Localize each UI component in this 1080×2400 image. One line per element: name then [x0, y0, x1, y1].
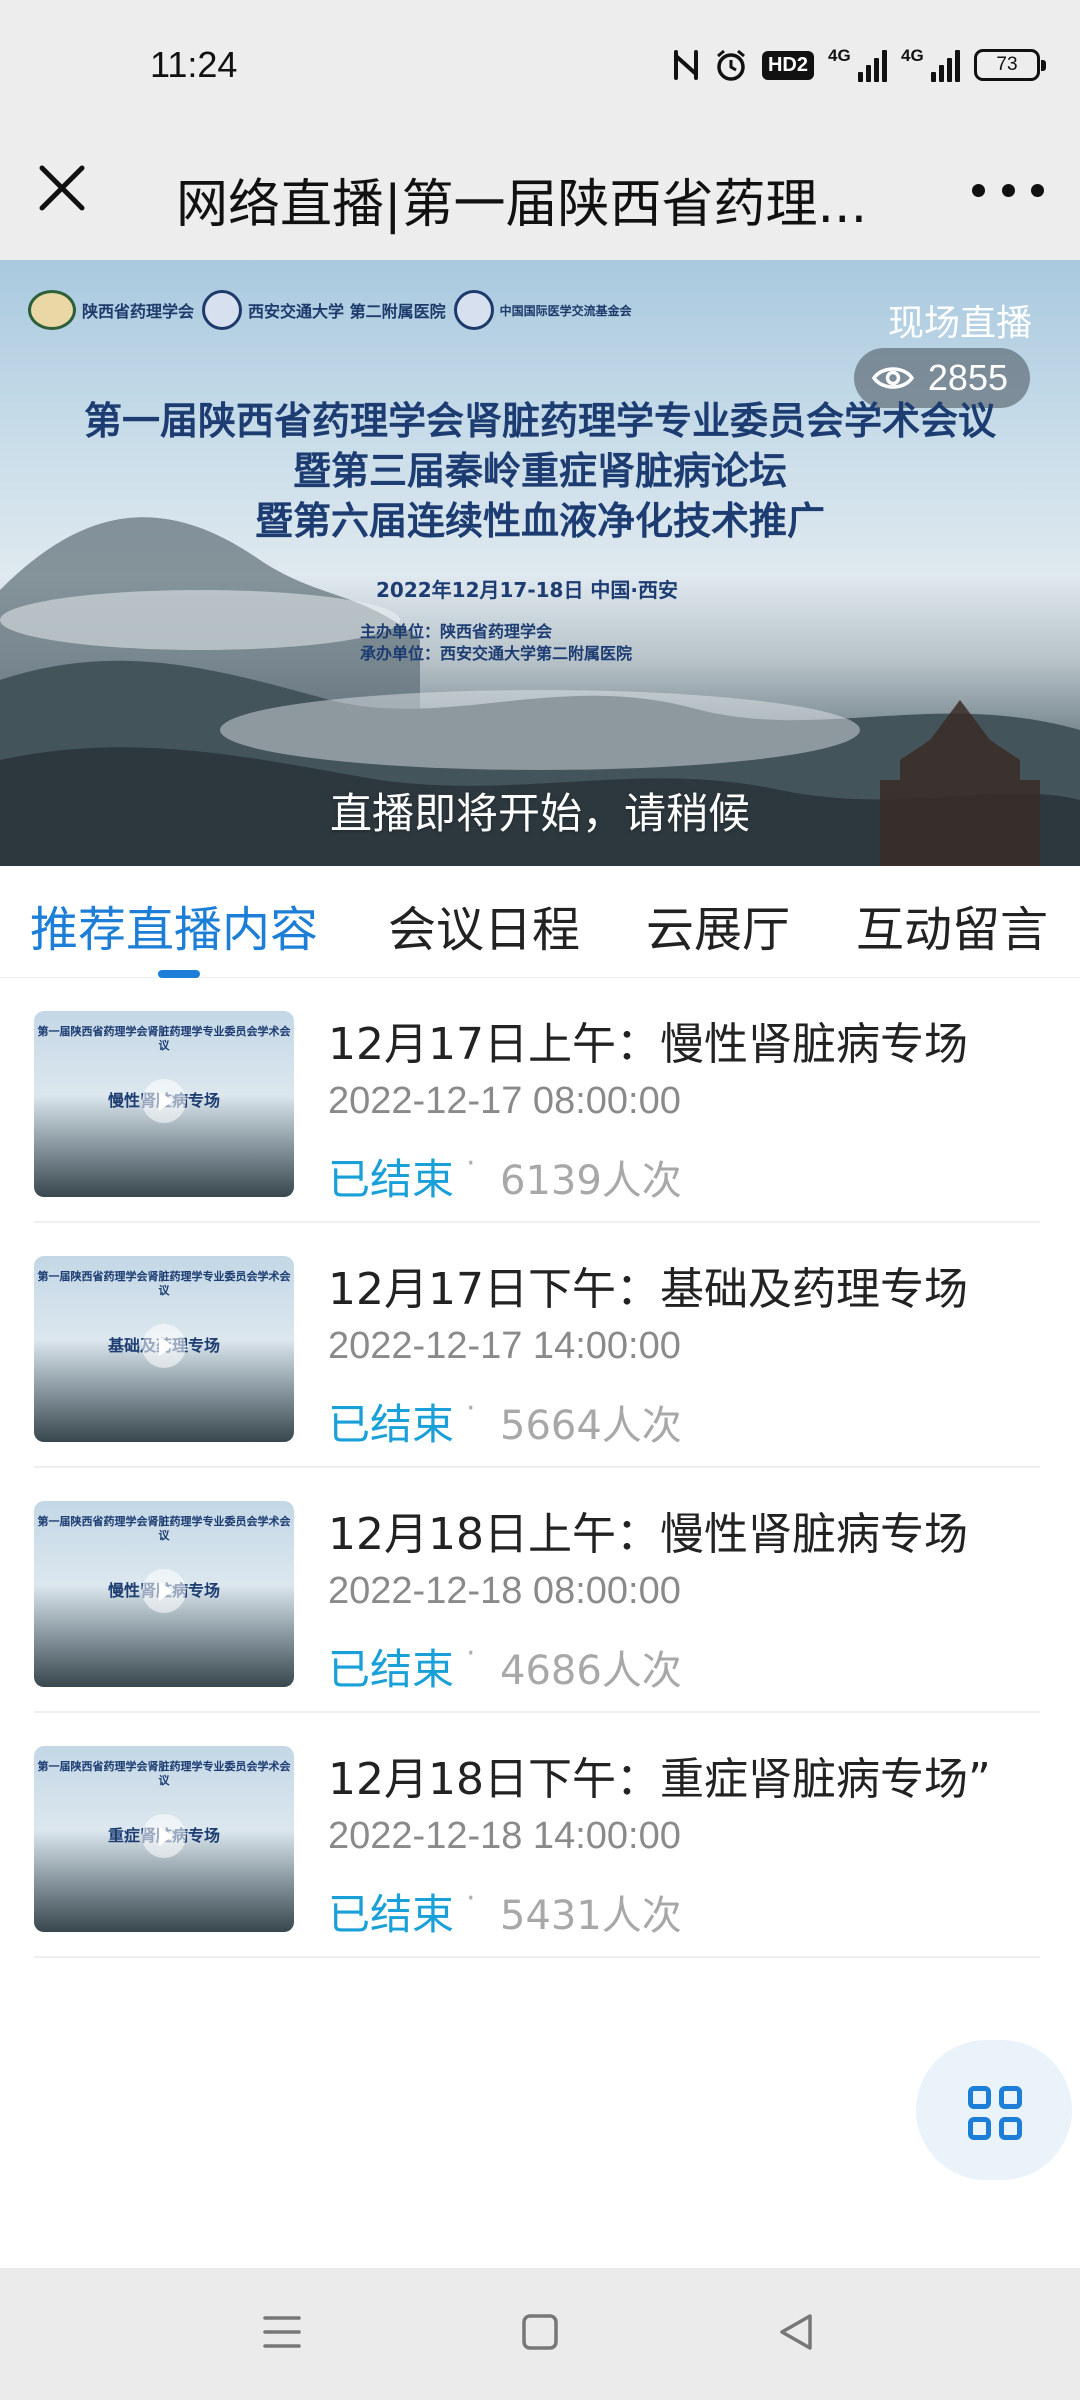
apps-grid-icon — [968, 2086, 1022, 2140]
tab-schedule[interactable]: 会议日程 — [388, 890, 580, 960]
tab-recommended-live[interactable]: 推荐直播内容 — [30, 890, 318, 960]
organizer-logos: 陕西省药理学会 西安交通大学 第二附属医院 中国国际医学交流基金会 — [28, 290, 632, 330]
hd-icon: HD2 — [761, 46, 814, 84]
session-time: 2022-12-18 08:00:00 — [328, 1570, 681, 1612]
menu-icon — [263, 2316, 301, 2348]
separator-dot: · — [466, 1881, 476, 1916]
banner-date: 2022年12月17-18日 中国·西安 — [376, 578, 679, 602]
session-thumbnail: 第一届陕西省药理学会肾脏药理学专业委员会学术会议 慢性肾脏病专场 — [34, 1501, 294, 1687]
signal-sim1-icon: 4G — [828, 46, 887, 82]
list-item[interactable]: 第一届陕西省药理学会肾脏药理学专业委员会学术会议 慢性肾脏病专场 12月17日上… — [0, 978, 1080, 1223]
live-list: 第一届陕西省药理学会肾脏药理学专业委员会学术会议 慢性肾脏病专场 12月17日上… — [0, 978, 1080, 1958]
banner-title-line-1: 第一届陕西省药理学会肾脏药理学专业委员会学术会议 — [83, 398, 996, 443]
system-nav-bar — [0, 2268, 1080, 2400]
session-title: 12月17日上午：慢性肾脏病专场 — [328, 1019, 968, 1070]
play-icon — [142, 1079, 186, 1123]
session-title: 12月17日下午：基础及药理专场 — [328, 1264, 968, 1315]
session-time: 2022-12-17 14:00:00 — [328, 1325, 681, 1367]
live-player-banner[interactable]: 陕西省药理学会 西安交通大学 第二附属医院 中国国际医学交流基金会 现场直播 2… — [0, 260, 1080, 866]
session-time: 2022-12-18 14:00:00 — [328, 1815, 681, 1857]
logo-medical-foundation: 中国国际医学交流基金会 — [453, 290, 632, 330]
view-count: 5431人次 — [500, 1893, 682, 1939]
tab-bar: 推荐直播内容 会议日程 云展厅 互动留言 — [0, 866, 1080, 978]
signal-sim2-icon: 4G — [901, 46, 960, 82]
session-title: 12月18日下午：重症肾脏病专场” — [328, 1754, 991, 1805]
view-count: 6139人次 — [500, 1158, 682, 1204]
banner-title-line-3: 暨第六届连续性血液净化技术推广 — [254, 498, 825, 543]
nfc-icon — [672, 46, 700, 84]
eye-icon — [871, 367, 914, 389]
banner-organizer: 承办单位：西安交通大学第二附属医院 — [360, 644, 633, 663]
alarm-icon — [714, 46, 748, 84]
banner-title-line-2: 暨第三届秦岭重症肾脏病论坛 — [292, 448, 787, 493]
logo-xjtu-hospital: 西安交通大学 第二附属医院 — [202, 290, 446, 330]
view-count: 4686人次 — [500, 1648, 682, 1694]
separator-dot: · — [466, 1391, 476, 1426]
status-time: 11:24 — [150, 44, 238, 85]
waiting-message: 直播即将开始，请稍候 — [329, 789, 750, 838]
apps-menu-button[interactable] — [916, 2040, 1072, 2180]
more-dots-icon — [972, 183, 985, 197]
list-item[interactable]: 第一届陕西省药理学会肾脏药理学专业委员会学术会议 基础及药理专场 12月17日下… — [0, 1223, 1080, 1468]
back-triangle-icon — [780, 2314, 812, 2350]
session-thumbnail: 第一届陕西省药理学会肾脏药理学专业委员会学术会议 基础及药理专场 — [34, 1256, 294, 1442]
status-badge: 已结束 — [328, 1645, 455, 1694]
play-icon — [142, 1814, 186, 1858]
battery-icon: 73 — [974, 46, 1046, 84]
session-thumbnail: 第一届陕西省药理学会肾脏药理学专业委员会学术会议 慢性肾脏病专场 — [34, 1011, 294, 1197]
tab-messages[interactable]: 互动留言 — [856, 890, 1048, 960]
status-badge: 已结束 — [328, 1890, 455, 1939]
tab-exhibition[interactable]: 云展厅 — [646, 890, 790, 960]
separator-dot: · — [466, 1146, 476, 1181]
divider — [34, 1956, 1040, 1958]
play-icon — [142, 1324, 186, 1368]
nav-bar: 网络直播|第一届陕西省药理... — [0, 130, 1080, 260]
session-thumbnail: 第一届陕西省药理学会肾脏药理学专业委员会学术会议 重症肾脏病专场 — [34, 1746, 294, 1932]
logo-pharmacology-society: 陕西省药理学会 — [28, 290, 194, 330]
home-square-icon — [522, 2314, 558, 2350]
status-icons: HD2 4G 4G 73 — [672, 46, 1046, 84]
list-item[interactable]: 第一届陕西省药理学会肾脏药理学专业委员会学术会议 重症肾脏病专场 12月18日下… — [0, 1713, 1080, 1958]
session-title: 12月18日上午：慢性肾脏病专场 — [328, 1509, 968, 1560]
close-button[interactable] — [32, 158, 92, 218]
back-button[interactable] — [776, 2310, 816, 2358]
status-badge: 已结束 — [328, 1400, 455, 1449]
page-title: 网络直播|第一届陕西省药理... — [176, 175, 868, 235]
play-icon — [142, 1569, 186, 1613]
status-badge: 已结束 — [328, 1155, 455, 1204]
recent-apps-button[interactable] — [262, 2310, 302, 2358]
home-button[interactable] — [520, 2310, 560, 2358]
more-button[interactable] — [972, 170, 1044, 210]
banner-host: 主办单位：陕西省药理学会 — [360, 622, 553, 641]
viewer-count: 2855 — [927, 357, 1008, 398]
list-item[interactable]: 第一届陕西省药理学会肾脏药理学专业委员会学术会议 慢性肾脏病专场 12月18日上… — [0, 1468, 1080, 1713]
close-icon — [39, 165, 85, 211]
live-tag: 现场直播 — [887, 303, 1032, 344]
tab-indicator — [158, 970, 200, 978]
session-time: 2022-12-17 08:00:00 — [328, 1080, 681, 1122]
separator-dot: · — [466, 1636, 476, 1671]
view-count: 5664人次 — [500, 1403, 682, 1449]
status-bar: 11:24 HD2 4G 4G 73 — [0, 0, 1080, 130]
